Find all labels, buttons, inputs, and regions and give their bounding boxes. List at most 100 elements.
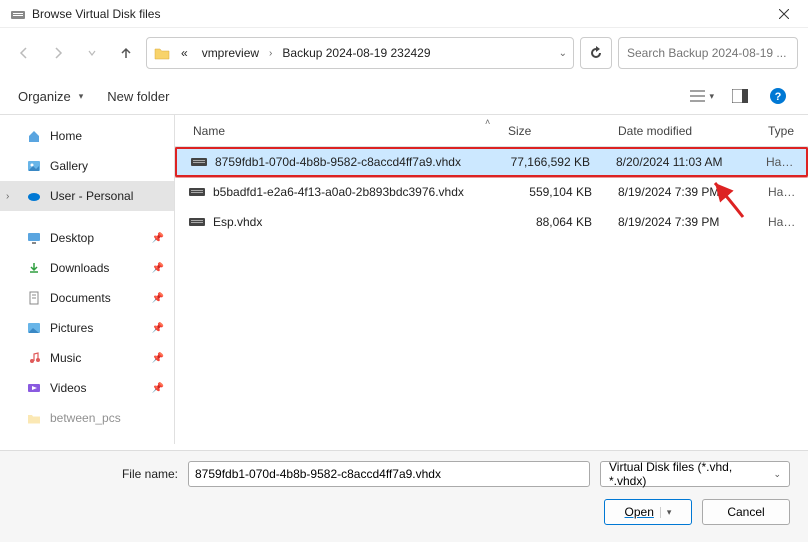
file-size: 559,104 KB	[498, 185, 608, 199]
preview-pane-button[interactable]	[728, 84, 752, 108]
cancel-label: Cancel	[727, 505, 764, 519]
title-bar: Browse Virtual Disk files	[0, 0, 808, 28]
folder-icon	[153, 44, 171, 62]
file-date: 8/19/2024 7:39 PM	[608, 185, 758, 199]
newfolder-label: New folder	[107, 89, 169, 104]
file-type: Hard D	[758, 185, 808, 199]
sidebar-item-between[interactable]: between_pcs	[0, 403, 174, 433]
sidebar-item-label: Home	[50, 129, 82, 143]
back-button[interactable]	[10, 39, 38, 67]
gallery-icon	[26, 158, 42, 174]
pin-icon: 📌	[152, 353, 164, 364]
sidebar-item-desktop[interactable]: Desktop 📌	[0, 223, 174, 253]
file-type: Hard D	[758, 215, 808, 229]
organize-button[interactable]: Organize ▾	[18, 89, 83, 104]
sidebar: Home Gallery › User - Personal Desktop 📌…	[0, 115, 175, 444]
sidebar-item-label: Gallery	[50, 159, 88, 173]
bottom-bar: File name: Virtual Disk files (*.vhd, *.…	[0, 450, 808, 542]
filename-input[interactable]	[188, 461, 590, 487]
desktop-icon	[26, 230, 42, 246]
sidebar-item-label: between_pcs	[50, 411, 121, 425]
close-button[interactable]	[770, 0, 798, 28]
pin-icon: 📌	[152, 263, 164, 274]
chevron-right-icon[interactable]: ›	[6, 191, 9, 202]
nav-row: « vmpreview › Backup 2024-08-19 232429 ⌄	[0, 28, 808, 78]
sidebar-item-label: Documents	[50, 291, 111, 305]
pictures-icon	[26, 320, 42, 336]
breadcrumb-root[interactable]: «	[177, 44, 192, 62]
svg-text:?: ?	[775, 91, 782, 103]
sidebar-item-home[interactable]: Home	[0, 121, 174, 151]
file-name: 8759fdb1-070d-4b8b-9582-c8accd4ff7a9.vhd…	[215, 155, 461, 169]
app-icon	[10, 6, 26, 22]
file-type: Hard D	[756, 155, 806, 169]
pin-icon: 📌	[152, 293, 164, 304]
vhdx-file-icon	[191, 156, 207, 168]
organize-label: Organize	[18, 89, 71, 104]
file-name: b5badfd1-e2a6-4f13-a0a0-2b893bdc3976.vhd…	[213, 185, 464, 199]
recent-dropdown[interactable]	[78, 39, 106, 67]
music-icon	[26, 350, 42, 366]
refresh-button[interactable]	[580, 37, 612, 69]
toolbar: Organize ▾ New folder ▾ ?	[0, 78, 808, 114]
sidebar-item-documents[interactable]: Documents 📌	[0, 283, 174, 313]
sort-indicator-icon: ˄	[485, 117, 490, 127]
sidebar-item-videos[interactable]: Videos 📌	[0, 373, 174, 403]
column-name[interactable]: Name	[175, 124, 498, 138]
up-button[interactable]	[112, 39, 140, 67]
sidebar-item-label: Videos	[50, 381, 86, 395]
chevron-down-icon: ▾	[709, 91, 714, 102]
filetype-filter[interactable]: Virtual Disk files (*.vhd, *.vhdx) ⌄	[600, 461, 790, 487]
file-name: Esp.vhdx	[213, 215, 262, 229]
open-label: Open	[625, 505, 654, 519]
chevron-down-icon[interactable]: ⌄	[559, 48, 567, 59]
file-row[interactable]: b5badfd1-e2a6-4f13-a0a0-2b893bdc3976.vhd…	[175, 177, 808, 207]
file-date: 8/20/2024 11:03 AM	[606, 155, 756, 169]
videos-icon	[26, 380, 42, 396]
sidebar-item-label: User - Personal	[50, 189, 133, 203]
pin-icon: 📌	[152, 383, 164, 394]
sidebar-item-label: Music	[50, 351, 81, 365]
search-input[interactable]	[618, 37, 798, 69]
home-icon	[26, 128, 42, 144]
address-bar[interactable]: « vmpreview › Backup 2024-08-19 232429 ⌄	[146, 37, 574, 69]
sidebar-item-music[interactable]: Music 📌	[0, 343, 174, 373]
sidebar-item-gallery[interactable]: Gallery	[0, 151, 174, 181]
main-area: Home Gallery › User - Personal Desktop 📌…	[0, 114, 808, 444]
column-header-row: Name ˄ Size Date modified Type	[175, 115, 808, 147]
file-size: 77,166,592 KB	[496, 155, 606, 169]
help-button[interactable]: ?	[766, 84, 790, 108]
window-title: Browse Virtual Disk files	[32, 7, 160, 21]
file-list: Name ˄ Size Date modified Type 8759fdb1-…	[175, 115, 808, 444]
file-row[interactable]: Esp.vhdx 88,064 KB 8/19/2024 7:39 PM Har…	[175, 207, 808, 237]
chevron-down-icon: ▾	[79, 91, 84, 102]
sidebar-item-label: Desktop	[50, 231, 94, 245]
breadcrumb-seg1[interactable]: vmpreview	[198, 44, 263, 62]
sidebar-item-downloads[interactable]: Downloads 📌	[0, 253, 174, 283]
onedrive-icon	[26, 188, 42, 204]
cancel-button[interactable]: Cancel	[702, 499, 790, 525]
sidebar-item-pictures[interactable]: Pictures 📌	[0, 313, 174, 343]
download-icon	[26, 260, 42, 276]
sidebar-item-label: Downloads	[50, 261, 109, 275]
sidebar-item-user[interactable]: › User - Personal	[0, 181, 174, 211]
file-row[interactable]: 8759fdb1-070d-4b8b-9582-c8accd4ff7a9.vhd…	[175, 147, 808, 177]
column-date[interactable]: Date modified	[608, 124, 758, 138]
file-size: 88,064 KB	[498, 215, 608, 229]
pin-icon: 📌	[152, 233, 164, 244]
new-folder-button[interactable]: New folder	[107, 89, 169, 104]
open-button[interactable]: Open ▾	[604, 499, 692, 525]
vhdx-file-icon	[189, 216, 205, 228]
column-size[interactable]: Size	[498, 124, 608, 138]
breadcrumb-seg2[interactable]: Backup 2024-08-19 232429	[278, 44, 434, 62]
forward-button[interactable]	[44, 39, 72, 67]
chevron-right-icon: ›	[269, 48, 272, 59]
vhdx-file-icon	[189, 186, 205, 198]
chevron-down-icon: ⌄	[773, 469, 781, 480]
view-list-button[interactable]: ▾	[690, 84, 714, 108]
chevron-down-icon: ▾	[660, 507, 672, 518]
column-type[interactable]: Type	[758, 124, 808, 138]
filename-label: File name:	[18, 467, 178, 481]
file-date: 8/19/2024 7:39 PM	[608, 215, 758, 229]
documents-icon	[26, 290, 42, 306]
